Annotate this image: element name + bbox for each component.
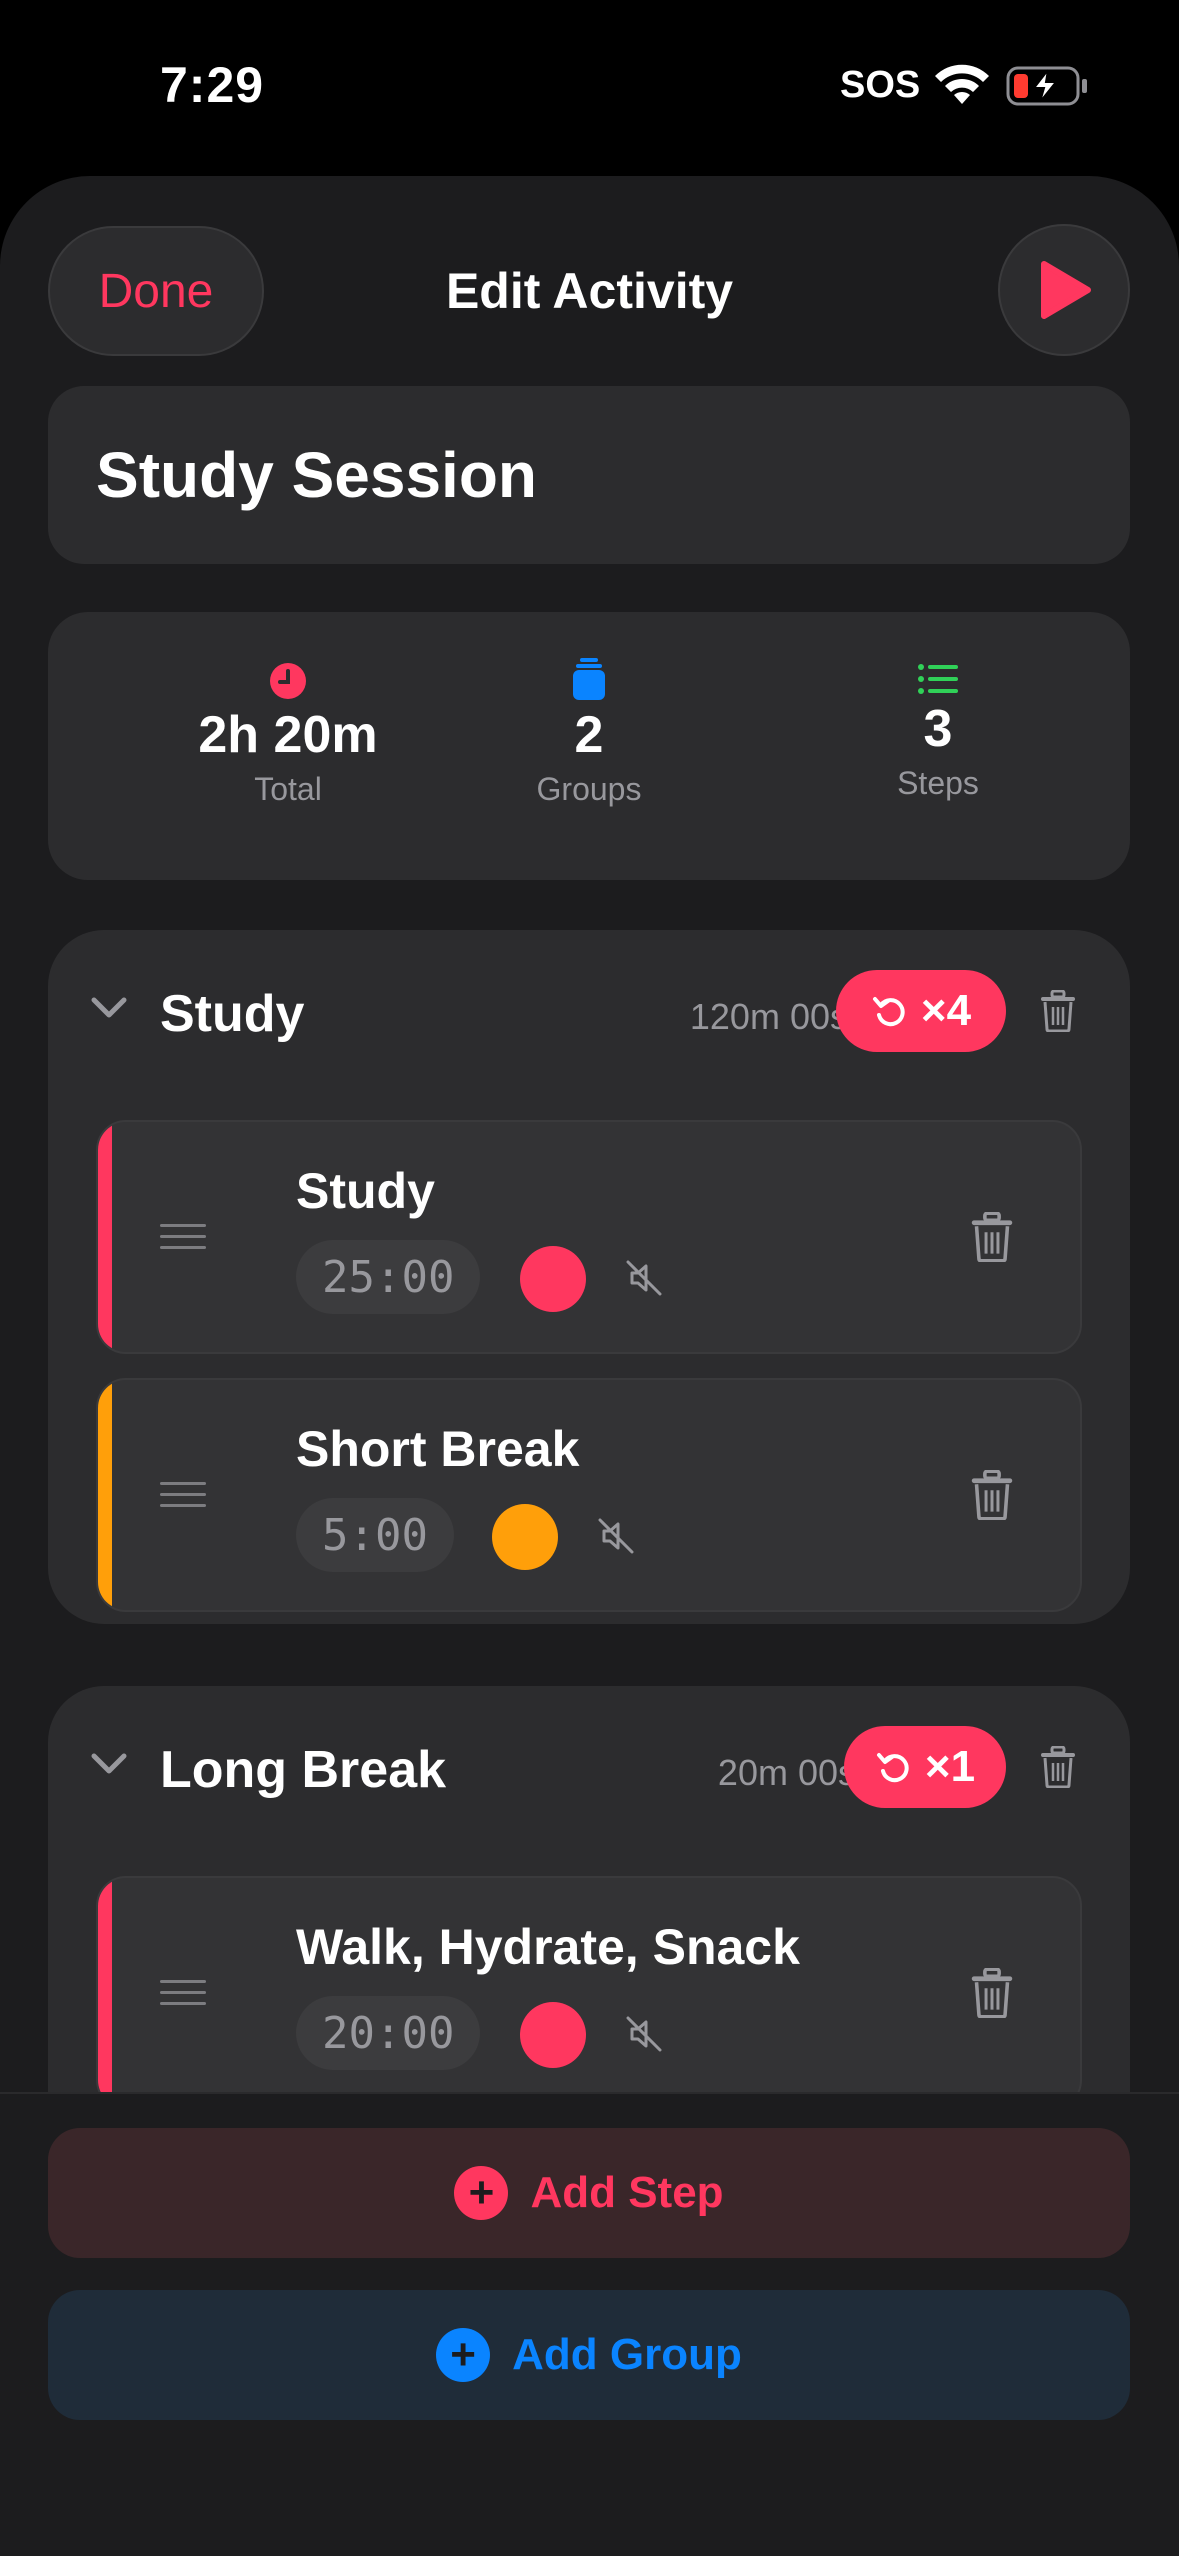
stack-icon: [573, 658, 605, 700]
repeat-count: ×1: [924, 1742, 976, 1791]
stat-total-value: 2h 20m: [198, 706, 378, 764]
activity-name: Study Session: [96, 439, 537, 511]
stat-steps: 3 Steps: [788, 612, 1088, 802]
delete-step-button[interactable]: [970, 1470, 1014, 1520]
repeat-count-button[interactable]: ×1: [844, 1726, 1006, 1808]
play-button[interactable]: [998, 224, 1130, 356]
delete-group-button[interactable]: [1040, 990, 1076, 1032]
stat-steps-label: Steps: [897, 765, 979, 801]
step-name: Short Break: [296, 1421, 580, 1477]
stat-total-label: Total: [254, 771, 322, 807]
group-card-study: Study 120m 00s ×4 Study 25:00 Short Brea…: [48, 930, 1130, 1624]
wifi-icon: [935, 64, 989, 104]
group-duration: 120m 00s: [689, 996, 848, 1037]
step-color-picker[interactable]: [520, 2002, 586, 2068]
group-name: Long Break: [160, 1741, 447, 1799]
stat-groups: 2 Groups: [439, 612, 739, 808]
battery-charging-icon: [1006, 66, 1087, 106]
status-time: 7:29: [160, 57, 265, 113]
delete-group-button[interactable]: [1040, 1746, 1076, 1788]
stat-steps-value: 3: [923, 700, 953, 758]
delete-step-button[interactable]: [970, 1968, 1014, 2018]
drag-handle-icon[interactable]: [160, 1480, 206, 1510]
delete-step-button[interactable]: [970, 1212, 1014, 1262]
chevron-down-icon[interactable]: [90, 996, 128, 1020]
step-duration-field[interactable]: 5:00: [296, 1498, 454, 1572]
step-row[interactable]: Study 25:00: [96, 1120, 1082, 1354]
step-row[interactable]: Short Break 5:00: [96, 1378, 1082, 1612]
speaker-mute-icon[interactable]: [596, 1516, 636, 1556]
step-duration-field[interactable]: 25:00: [296, 1240, 481, 1314]
repeat-icon: [872, 997, 905, 1027]
plus-circle-icon: +: [454, 2166, 509, 2220]
bottom-action-panel: + Add Step + Add Group: [0, 2092, 1179, 2556]
group-name: Study: [160, 985, 305, 1043]
play-icon: [1041, 261, 1091, 319]
step-name: Study: [296, 1163, 435, 1219]
step-color-picker[interactable]: [492, 1504, 558, 1570]
step-duration-field[interactable]: 20:00: [296, 1996, 481, 2070]
status-bar: 7:29 SOS: [0, 0, 1179, 170]
chevron-down-icon[interactable]: [90, 1752, 128, 1776]
clock-icon: [270, 663, 306, 699]
repeat-icon: [876, 1753, 909, 1783]
speaker-mute-icon[interactable]: [624, 1258, 664, 1298]
add-group-label: Add Group: [512, 2330, 742, 2379]
repeat-count-button[interactable]: ×4: [836, 970, 1006, 1052]
drag-handle-icon[interactable]: [160, 1978, 206, 2008]
stat-total: 2h 20m Total: [138, 612, 438, 808]
stat-groups-value: 2: [574, 706, 604, 764]
add-group-button[interactable]: + Add Group: [48, 2290, 1130, 2420]
carrier-label: SOS: [840, 64, 921, 106]
add-step-button[interactable]: + Add Step: [48, 2128, 1130, 2258]
step-row[interactable]: Walk, Hydrate, Snack 20:00: [96, 1876, 1082, 2110]
group-header[interactable]: Study 120m 00s ×4: [48, 930, 1130, 1100]
group-duration: 20m 00s: [717, 1752, 856, 1793]
plus-circle-icon: +: [436, 2328, 491, 2382]
step-color-bar: [98, 1878, 112, 2108]
step-name: Walk, Hydrate, Snack: [296, 1919, 800, 1975]
drag-handle-icon[interactable]: [160, 1222, 206, 1252]
activity-name-field[interactable]: Study Session: [48, 386, 1130, 564]
list-icon: [918, 664, 958, 694]
stat-groups-label: Groups: [536, 771, 642, 807]
step-color-bar: [98, 1122, 112, 1352]
speaker-mute-icon[interactable]: [624, 2014, 664, 2054]
step-color-bar: [98, 1380, 112, 1610]
stats-summary: 2h 20m Total 2 Groups 3 Steps: [48, 612, 1130, 880]
step-color-picker[interactable]: [520, 1246, 586, 1312]
repeat-count: ×4: [920, 986, 972, 1035]
group-header[interactable]: Long Break 20m 00s ×1: [48, 1686, 1130, 1856]
add-step-label: Add Step: [530, 2168, 724, 2217]
